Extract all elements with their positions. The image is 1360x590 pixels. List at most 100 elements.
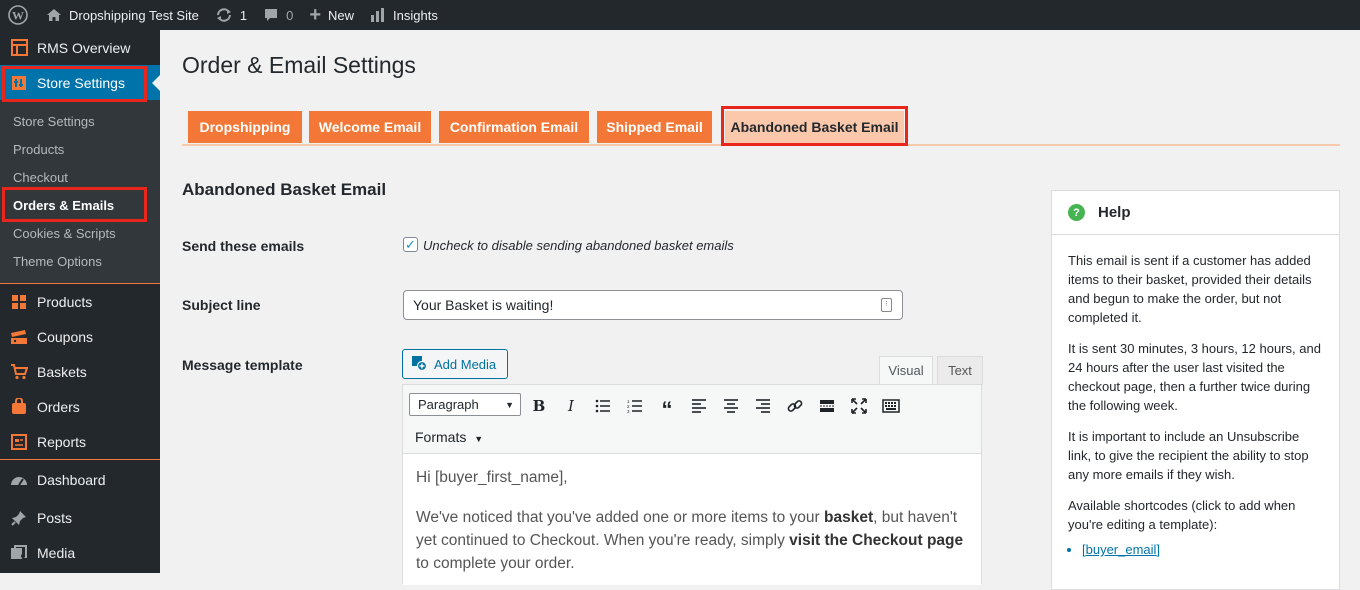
wordpress-logo-button[interactable]: W: [0, 0, 38, 30]
updates-count: 1: [239, 7, 248, 23]
admin-sidebar: RMS Overview Store Settings Store Settin…: [0, 30, 160, 573]
formats-label: Formats: [415, 429, 467, 445]
message-editor: Paragraph ▼ B I 123 “ Formats ▼ Hi [buye…: [402, 384, 982, 585]
add-media-label: Add Media: [434, 356, 497, 372]
reports-icon: [9, 432, 29, 452]
add-media-button[interactable]: Add Media: [402, 349, 508, 379]
help-box: ? Help This email is sent if a customer …: [1051, 190, 1340, 590]
sidebar-item-label: Orders: [37, 398, 80, 415]
sidebar-item-label: Reports: [37, 433, 87, 450]
insights-link[interactable]: Insights: [362, 0, 446, 30]
blockquote-icon[interactable]: “: [655, 395, 679, 422]
tab-shipped-email[interactable]: Shipped Email: [597, 111, 712, 143]
password-manager-icon[interactable]: ⁝: [881, 298, 892, 312]
toolbar-toggle-icon[interactable]: [879, 395, 903, 417]
fullscreen-icon[interactable]: [847, 395, 871, 417]
orders-icon: [9, 397, 29, 417]
dropdown-caret-icon: ▼: [474, 434, 484, 444]
subject-line-input[interactable]: Your Basket is waiting! ⁝: [403, 290, 903, 320]
help-body: This email is sent if a customer has add…: [1052, 235, 1339, 559]
sidebar-item-media[interactable]: Media: [0, 535, 160, 570]
subject-line-value: Your Basket is waiting!: [413, 297, 554, 313]
sidebar-item-store-settings[interactable]: Store Settings: [0, 65, 160, 100]
send-emails-label: Send these emails: [182, 238, 305, 254]
sidebar-item-label: Baskets: [37, 363, 87, 380]
sidebar-item-orders[interactable]: Orders: [0, 389, 160, 424]
help-paragraph: It is important to include an Unsubscrib…: [1068, 429, 1309, 482]
send-emails-checkbox[interactable]: ✓: [403, 237, 418, 252]
shortcode-list: [buyer_email]: [1068, 540, 1323, 559]
content-greeting: Hi [buyer_first_name],: [416, 469, 568, 486]
settings-tabs: Dropshipping Welcome Email Confirmation …: [182, 106, 1340, 146]
sidebar-item-label: Store Settings: [37, 74, 125, 91]
admin-bar: W Dropshipping Test Site 1 0 + New Insig…: [0, 0, 1360, 30]
italic-icon[interactable]: I: [559, 395, 583, 417]
sidebar-item-label: Products: [37, 293, 93, 310]
updates-link[interactable]: 1: [207, 0, 255, 30]
editor-toolbar: Paragraph ▼ B I 123 “: [403, 385, 981, 425]
page-title: Order & Email Settings: [182, 52, 416, 78]
plus-icon: +: [309, 3, 321, 26]
bar-chart-icon: [370, 7, 386, 23]
message-template-label: Message template: [182, 357, 303, 373]
align-right-icon[interactable]: [751, 395, 775, 417]
svg-text:3: 3: [627, 409, 630, 413]
submenu-item-products[interactable]: Products: [0, 135, 160, 163]
sidebar-item-coupons[interactable]: Coupons: [0, 319, 160, 354]
sidebar-item-label: Posts: [37, 509, 73, 526]
help-paragraph: It is sent 30 minutes, 3 hours, 12 hours…: [1068, 341, 1321, 413]
editor-tab-visual[interactable]: Visual: [879, 356, 933, 385]
refresh-icon: [215, 7, 233, 23]
sidebar-item-rms-overview[interactable]: RMS Overview: [0, 30, 160, 65]
paragraph-format-select[interactable]: Paragraph ▼: [409, 393, 521, 416]
tab-welcome-email[interactable]: Welcome Email: [309, 111, 431, 143]
sidebar-item-posts[interactable]: Posts: [0, 500, 160, 535]
svg-text:W: W: [12, 9, 24, 23]
tab-dropshipping[interactable]: Dropshipping: [188, 111, 302, 143]
read-more-icon[interactable]: [815, 395, 839, 417]
submenu-item-cookies-scripts[interactable]: Cookies & Scripts: [0, 219, 160, 247]
bold-icon[interactable]: B: [527, 395, 551, 417]
help-title: Help: [1098, 204, 1131, 221]
align-left-icon[interactable]: [687, 395, 711, 417]
align-center-icon[interactable]: [719, 395, 743, 417]
comments-link[interactable]: 0: [255, 0, 301, 30]
sidebar-item-products[interactable]: Products: [0, 284, 160, 319]
sidebar-item-reports[interactable]: Reports: [0, 424, 160, 459]
submenu-item-store-settings[interactable]: Store Settings: [0, 107, 160, 135]
help-question-icon: ?: [1068, 204, 1085, 221]
comment-icon: [263, 7, 279, 23]
tab-confirmation-email[interactable]: Confirmation Email: [439, 111, 589, 143]
link-icon[interactable]: [783, 395, 807, 417]
sidebar-item-label: Dashboard: [37, 472, 106, 488]
wordpress-logo-icon: W: [8, 5, 28, 25]
help-paragraph: Available shortcodes (click to add when …: [1068, 498, 1296, 532]
new-content-link[interactable]: + New: [301, 0, 362, 30]
shortcode-link[interactable]: [buyer_email]: [1082, 540, 1323, 559]
editor-tab-text[interactable]: Text: [937, 356, 983, 385]
insights-label: Insights: [393, 7, 438, 23]
submenu-item-checkout[interactable]: Checkout: [0, 163, 160, 191]
add-media-icon: [411, 355, 428, 374]
tab-abandoned-basket-email[interactable]: Abandoned Basket Email: [725, 111, 904, 143]
paragraph-format-value: Paragraph: [418, 397, 479, 412]
sidebar-item-label: Media: [37, 544, 76, 561]
sidebar-item-dashboard[interactable]: Dashboard: [0, 460, 160, 500]
editor-content-area[interactable]: Hi [buyer_first_name], We've noticed tha…: [403, 453, 981, 585]
dashboard-icon: [9, 470, 29, 490]
coupons-icon: [9, 327, 29, 347]
site-name: Dropshipping Test Site: [69, 7, 199, 23]
checkmark-icon: ✓: [405, 236, 416, 252]
formats-dropdown[interactable]: Formats ▼: [415, 429, 483, 445]
sidebar-item-label: Coupons: [37, 328, 94, 345]
bullet-list-icon[interactable]: [591, 395, 615, 417]
store-settings-icon: [9, 73, 29, 93]
submenu-item-orders-emails[interactable]: Orders & Emails: [0, 191, 160, 219]
submenu-item-theme-options[interactable]: Theme Options: [0, 247, 160, 275]
store-settings-submenu: Store Settings Products Checkout Orders …: [0, 100, 160, 283]
site-name-link[interactable]: Dropshipping Test Site: [38, 0, 207, 30]
numbered-list-icon[interactable]: 123: [623, 395, 647, 417]
subject-line-label: Subject line: [182, 297, 261, 313]
sidebar-item-baskets[interactable]: Baskets: [0, 354, 160, 389]
media-icon: [9, 543, 29, 563]
